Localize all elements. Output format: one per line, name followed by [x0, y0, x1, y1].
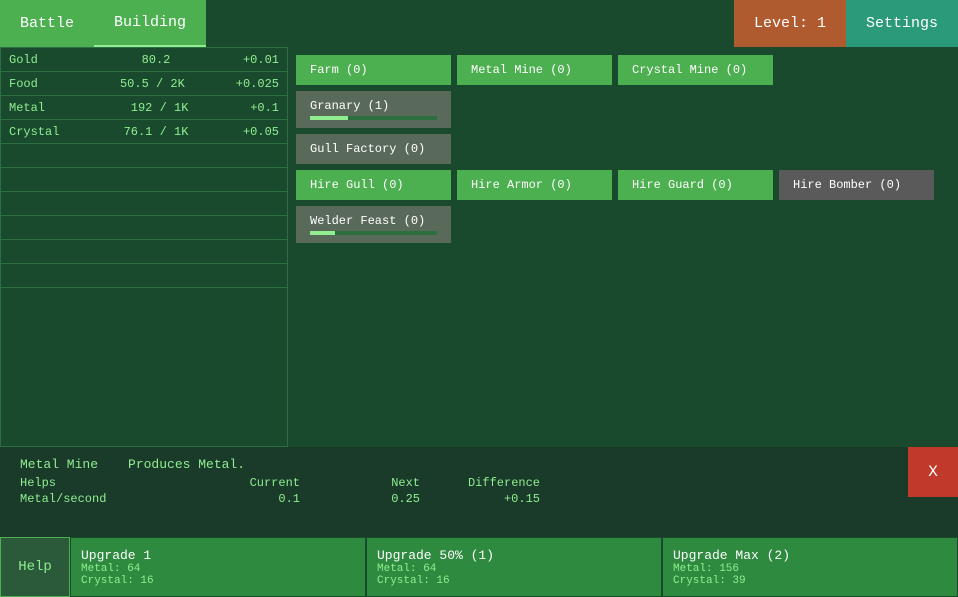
settings-button[interactable]: Settings [846, 0, 958, 47]
info-title-row: Metal Mine Produces Metal. [20, 457, 938, 472]
resource-row: Gold80.2+0.01 [1, 48, 287, 72]
building-button[interactable]: Metal Mine (0) [457, 55, 612, 85]
resource-row: Crystal76.1 / 1K+0.05 [1, 120, 287, 144]
building-button[interactable]: Gull Factory (0) [296, 134, 451, 164]
helps-label: Helps [20, 476, 180, 490]
building-button[interactable]: Welder Feast (0) [296, 206, 451, 243]
resource-row: Metal192 / 1K+0.1 [1, 96, 287, 120]
building-row: Hire Gull (0)Hire Armor (0)Hire Guard (0… [296, 170, 950, 200]
building-row: Granary (1) [296, 91, 950, 128]
diff-value: +0.15 [420, 492, 540, 506]
building-button[interactable]: Farm (0) [296, 55, 451, 85]
level-label: Level: 1 [754, 15, 826, 32]
building-button[interactable]: Hire Bomber (0) [779, 170, 934, 200]
building-description: Produces Metal. [128, 457, 245, 472]
upgrade-option[interactable]: Upgrade 50% (1) Metal: 64 Crystal: 16 [366, 537, 662, 597]
building-row: Farm (0)Metal Mine (0)Crystal Mine (0) [296, 55, 950, 85]
battle-tab[interactable]: Battle [0, 0, 94, 47]
resource-row: Food50.5 / 2K+0.025 [1, 72, 287, 96]
building-row: Welder Feast (0) [296, 206, 950, 243]
resource-empty-row [1, 192, 287, 216]
resource-empty-row [1, 144, 287, 168]
info-table-header: Helps Current Next Difference [20, 476, 938, 490]
close-info-button[interactable]: X [908, 447, 958, 497]
next-header: Next [300, 476, 420, 490]
current-header: Current [180, 476, 300, 490]
difference-header: Difference [420, 476, 540, 490]
row-label: Metal/second [20, 492, 180, 506]
info-panel: Metal Mine Produces Metal. Helps Current… [0, 447, 958, 537]
building-button[interactable]: Crystal Mine (0) [618, 55, 773, 85]
resource-panel: Gold80.2+0.01Food50.5 / 2K+0.025Metal192… [0, 47, 288, 447]
building-panel: Farm (0)Metal Mine (0)Crystal Mine (0) Gr… [288, 47, 958, 447]
upgrade-bar: Help Upgrade 1 Metal: 64 Crystal: 16 Upg… [0, 537, 958, 597]
main-content: Gold80.2+0.01Food50.5 / 2K+0.025Metal192… [0, 47, 958, 447]
resource-empty-row [1, 216, 287, 240]
building-name: Metal Mine [20, 457, 98, 472]
info-table: Helps Current Next Difference Metal/seco… [20, 476, 938, 506]
info-data-row: Metal/second 0.1 0.25 +0.15 [20, 492, 938, 506]
current-value: 0.1 [180, 492, 300, 506]
resource-empty-row [1, 240, 287, 264]
building-tab[interactable]: Building [94, 0, 206, 47]
upgrade-option[interactable]: Upgrade Max (2) Metal: 156 Crystal: 39 [662, 537, 958, 597]
help-button[interactable]: Help [0, 537, 70, 597]
upgrade-option[interactable]: Upgrade 1 Metal: 64 Crystal: 16 [70, 537, 366, 597]
top-navigation: Battle Building Level: 1 Settings [0, 0, 958, 47]
resource-empty-row [1, 168, 287, 192]
next-value: 0.25 [300, 492, 420, 506]
building-row: Gull Factory (0) [296, 134, 950, 164]
building-button[interactable]: Hire Gull (0) [296, 170, 451, 200]
building-button[interactable]: Hire Armor (0) [457, 170, 612, 200]
building-button[interactable]: Hire Guard (0) [618, 170, 773, 200]
level-display: Level: 1 [734, 0, 846, 47]
resource-empty-row [1, 264, 287, 288]
building-button[interactable]: Granary (1) [296, 91, 451, 128]
